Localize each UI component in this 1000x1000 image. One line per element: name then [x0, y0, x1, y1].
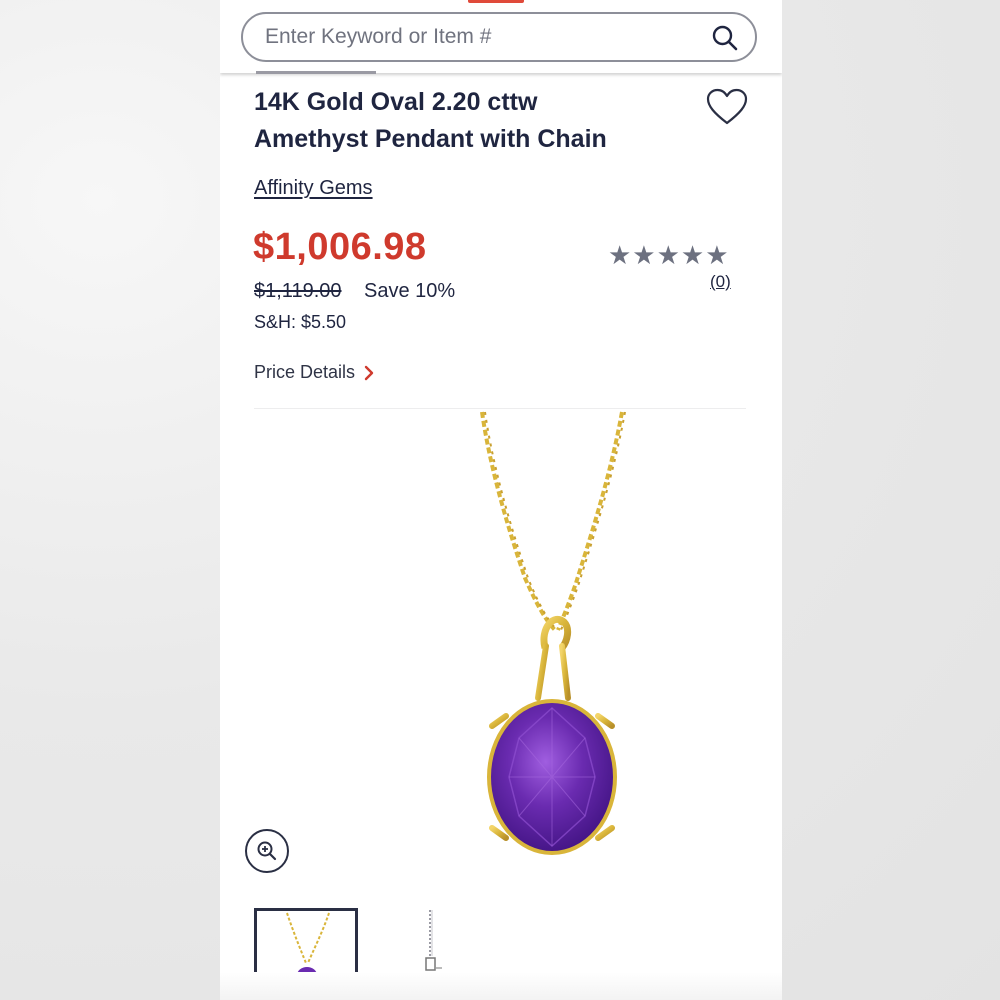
- sale-price: $1,006.98: [253, 226, 427, 268]
- rating-stars[interactable]: ★★★★★: [608, 240, 730, 271]
- brand-link[interactable]: Affinity Gems: [254, 177, 373, 200]
- active-tab-indicator: [468, 0, 524, 3]
- chevron-right-icon: [364, 365, 374, 380]
- product-title-line-2: Amethyst Pendant with Chain: [254, 125, 607, 153]
- tab-indicator: [256, 71, 376, 74]
- shipping-handling: S&H: $5.50: [254, 312, 347, 332]
- savings-label: Save 10%: [364, 280, 456, 302]
- product-image[interactable]: [340, 408, 760, 878]
- thumbnail-1-image: [286, 912, 330, 975]
- product-page: 14K Gold Oval 2.20 cttw Amethyst Pendant…: [220, 0, 782, 1000]
- price-details-link[interactable]: Price Details: [254, 362, 375, 383]
- heart-icon[interactable]: [706, 88, 748, 126]
- price-details-label: Price Details: [254, 362, 356, 382]
- review-count-link[interactable]: (0): [710, 272, 731, 292]
- header: [220, 0, 782, 73]
- zoom-in-icon: [257, 841, 277, 861]
- search-input[interactable]: [263, 24, 687, 50]
- zoom-button[interactable]: [245, 829, 289, 873]
- original-price: $1,119.00: [254, 280, 342, 302]
- search-bar[interactable]: [241, 12, 757, 62]
- thumbnail-1[interactable]: [254, 908, 358, 978]
- bottom-fade: [220, 972, 782, 1000]
- product-title: 14K Gold Oval 2.20 cttw Amethyst Pendant…: [254, 84, 674, 158]
- product-title-line-1: 14K Gold Oval 2.20 cttw: [254, 88, 538, 116]
- search-icon[interactable]: [711, 24, 739, 52]
- thumbnail-2[interactable]: [416, 908, 456, 978]
- thumbnail-2-image: [425, 910, 442, 971]
